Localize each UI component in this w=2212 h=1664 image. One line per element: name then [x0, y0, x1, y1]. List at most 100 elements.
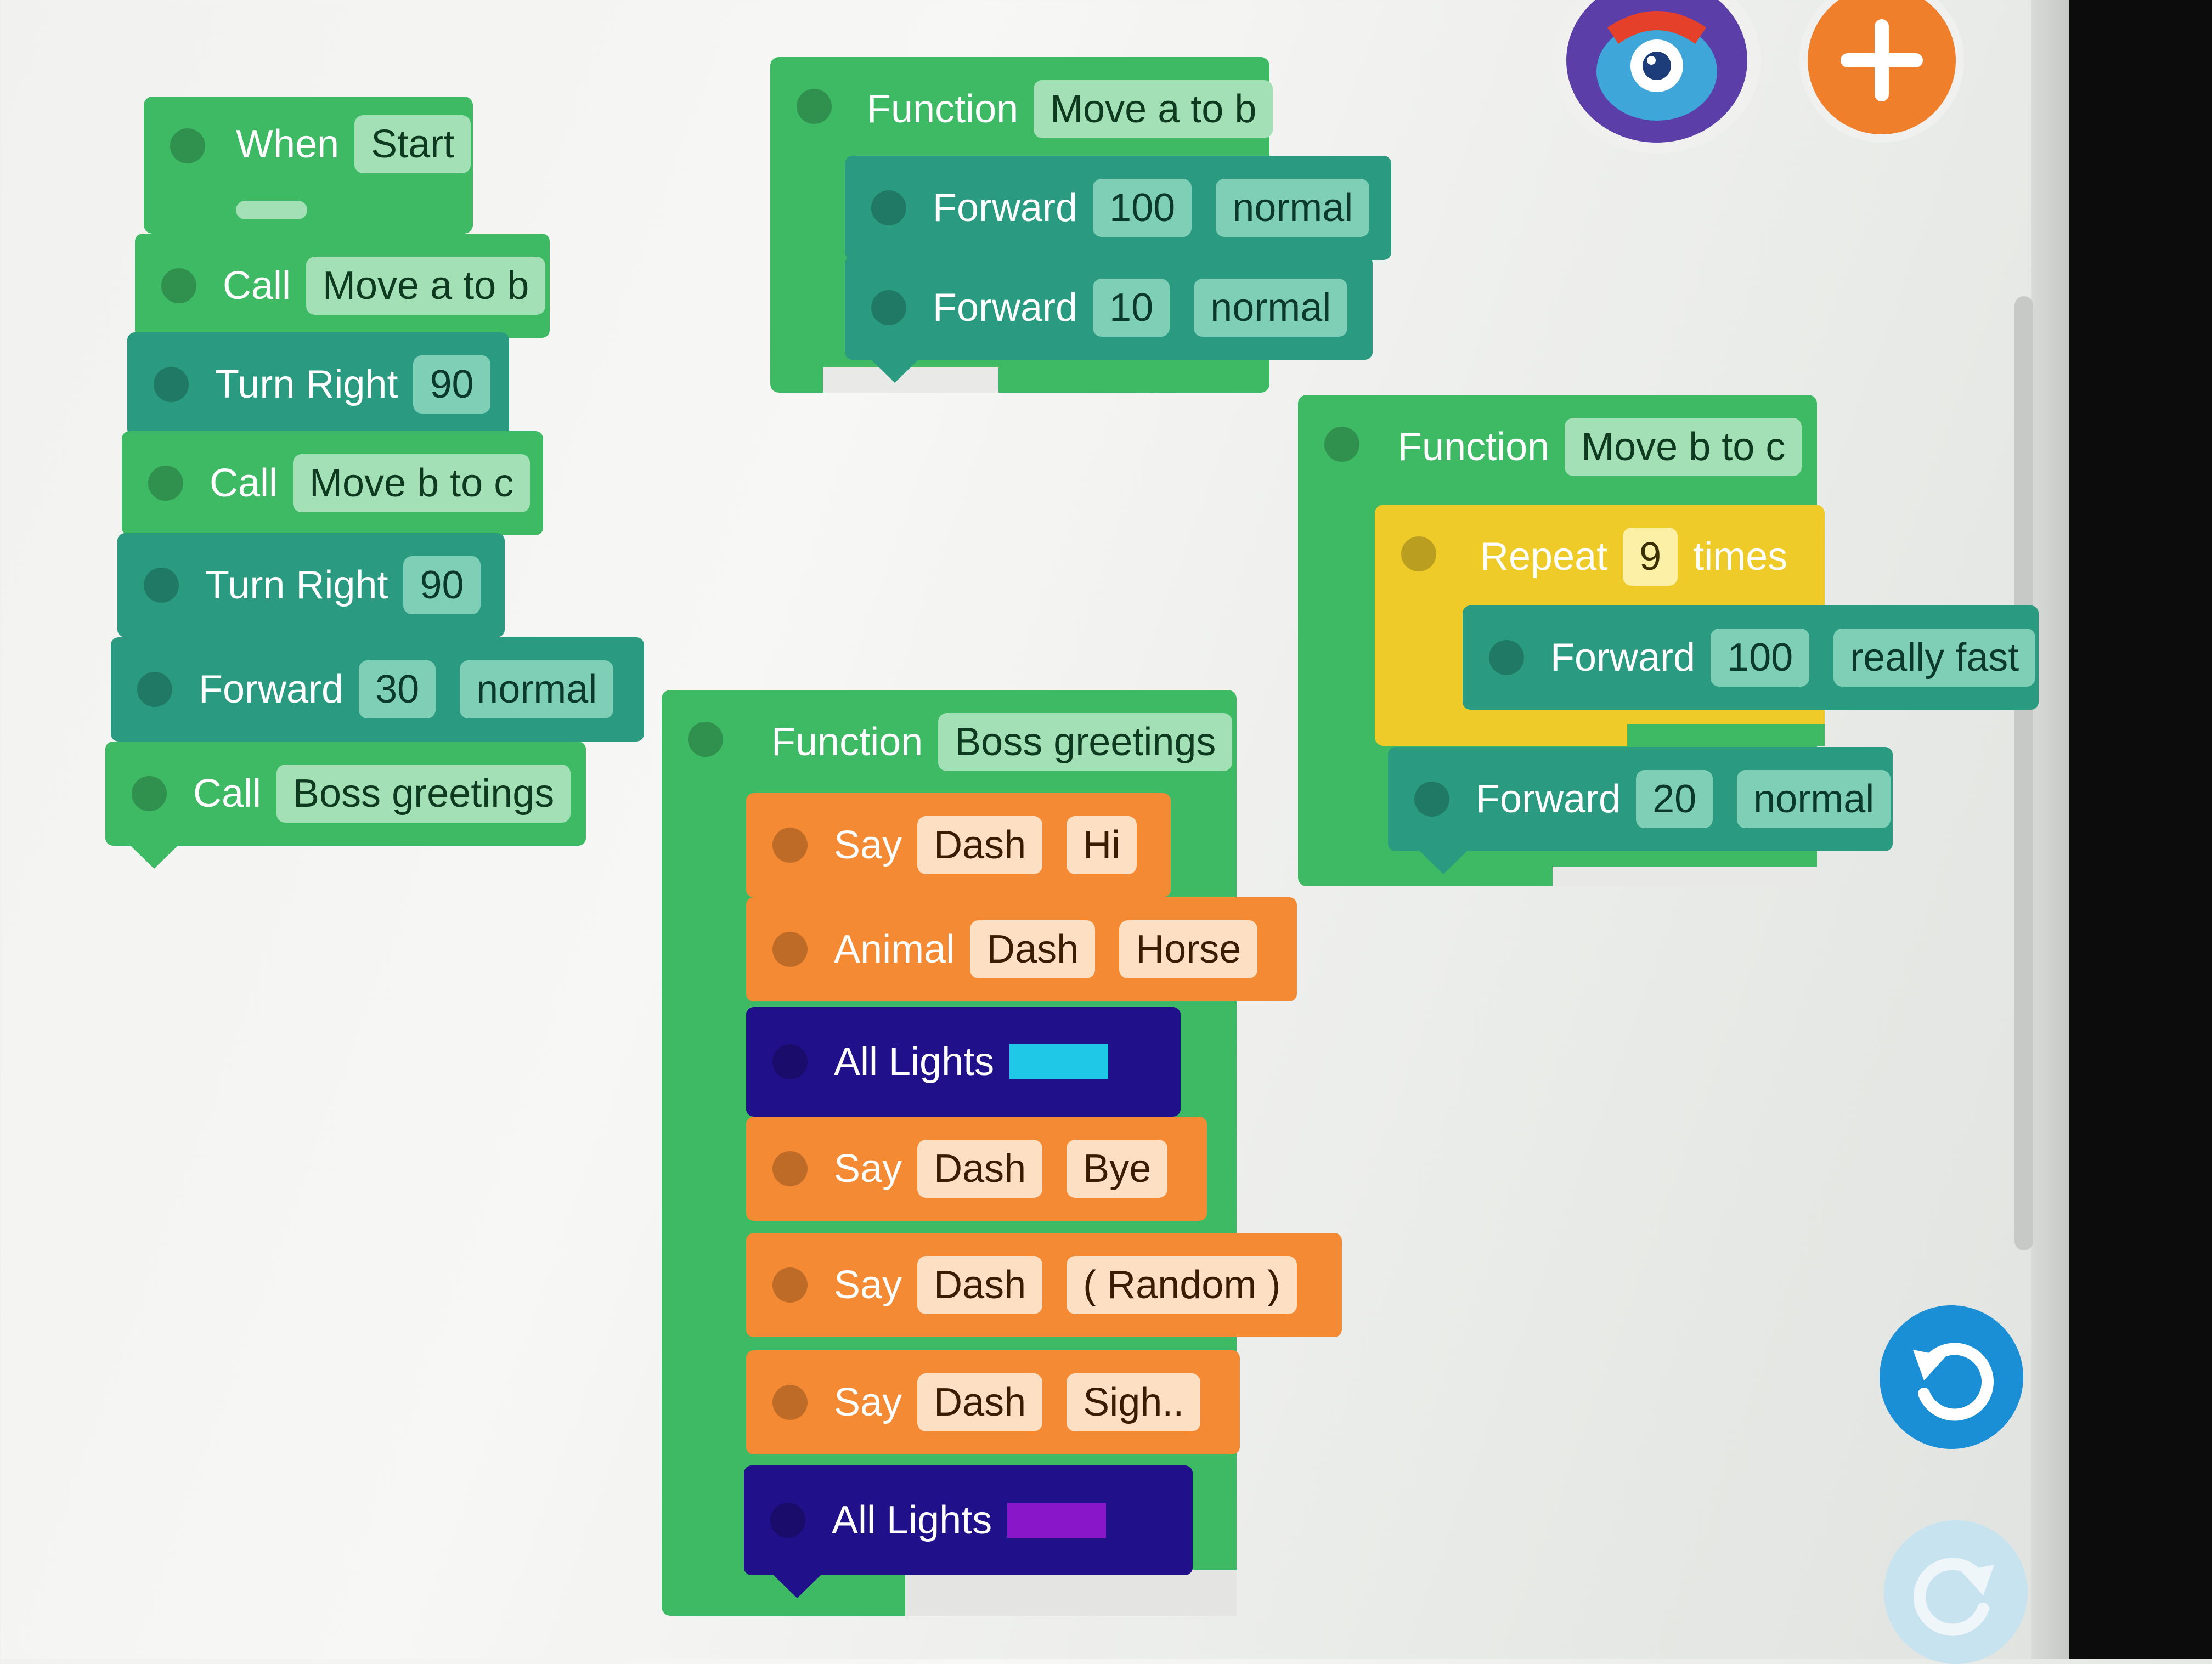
- call-boss-greetings-block[interactable]: Call Boss greetings: [105, 742, 586, 846]
- distance-param[interactable]: 20: [1636, 770, 1713, 828]
- block-keyword: Animal: [834, 927, 955, 971]
- event-value[interactable]: Start: [354, 115, 471, 173]
- block-grip: [871, 190, 906, 225]
- animal-sound-param[interactable]: Horse: [1119, 920, 1258, 978]
- sound-param[interactable]: Hi: [1066, 816, 1137, 874]
- forward-block[interactable]: Forward 20 normal: [1388, 747, 1893, 851]
- block-grip: [772, 1267, 808, 1303]
- block-grip: [1324, 427, 1359, 462]
- tablet-bezel: [2069, 0, 2212, 1659]
- function-name-param[interactable]: Move b to c: [293, 454, 531, 512]
- call-move-a-to-b-block[interactable]: Call Move a to b: [135, 234, 550, 338]
- block-grip: [144, 568, 179, 603]
- event-slot: [236, 201, 307, 219]
- call-move-b-to-c-block[interactable]: Call Move b to c: [122, 431, 543, 535]
- say-block[interactable]: Say Dash ( Random ): [746, 1233, 1342, 1337]
- block-grip: [170, 128, 205, 163]
- block-keyword: Say: [834, 1147, 902, 1191]
- say-block[interactable]: Say Dash Hi: [746, 793, 1171, 897]
- when-start-block[interactable]: When Start: [144, 97, 473, 234]
- repeat-count-param[interactable]: 9: [1623, 528, 1678, 586]
- speed-param[interactable]: normal: [1737, 770, 1891, 828]
- block-grip: [1401, 536, 1436, 571]
- sound-param[interactable]: Sigh..: [1066, 1373, 1201, 1431]
- block-keyword: All Lights: [834, 1040, 995, 1084]
- function-name-param[interactable]: Move a to b: [306, 257, 546, 315]
- turn-right-block[interactable]: Turn Right 90: [127, 332, 509, 437]
- light-color-swatch[interactable]: [1007, 1503, 1107, 1538]
- robot-param[interactable]: Dash: [917, 1373, 1043, 1431]
- speed-param[interactable]: really fast: [1833, 629, 2036, 687]
- degrees-param[interactable]: 90: [403, 556, 481, 614]
- distance-param[interactable]: 10: [1093, 279, 1170, 337]
- block-keyword: Call: [193, 772, 262, 816]
- all-lights-block[interactable]: All Lights: [744, 1465, 1193, 1575]
- block-grip: [688, 722, 723, 757]
- robot-param[interactable]: Dash: [917, 816, 1043, 874]
- forward-block[interactable]: Forward 100 really fast: [1463, 605, 2039, 710]
- distance-param[interactable]: 100: [1093, 179, 1192, 237]
- block-keyword: Forward: [1550, 636, 1696, 680]
- block-grip: [772, 1151, 808, 1186]
- say-block[interactable]: Say Dash Sigh..: [746, 1350, 1240, 1454]
- block-keyword: Forward: [199, 667, 344, 711]
- robot-param[interactable]: Dash: [917, 1256, 1043, 1314]
- block-keyword: Say: [834, 1263, 902, 1307]
- undo-button[interactable]: [1880, 1305, 2023, 1449]
- block-keyword: Say: [834, 823, 902, 867]
- function-label: Function: [867, 87, 1019, 131]
- sound-param[interactable]: ( Random ): [1066, 1256, 1297, 1314]
- distance-param[interactable]: 100: [1711, 629, 1810, 687]
- block-grip: [770, 1503, 805, 1538]
- block-keyword: Turn Right: [205, 563, 388, 607]
- speed-param[interactable]: normal: [460, 660, 614, 718]
- function-name-param[interactable]: Boss greetings: [276, 765, 571, 823]
- animal-block[interactable]: Animal Dash Horse: [746, 897, 1297, 1001]
- block-keyword: Say: [834, 1380, 902, 1424]
- block-grip: [1414, 782, 1449, 817]
- redo-icon: [1913, 1558, 1994, 1636]
- block-keyword: All Lights: [832, 1498, 992, 1542]
- block-connector: [129, 845, 179, 869]
- block-keyword: Call: [210, 461, 278, 505]
- robot-param[interactable]: Dash: [917, 1140, 1043, 1198]
- block-grip: [154, 367, 189, 402]
- say-block[interactable]: Say Dash Bye: [746, 1117, 1207, 1221]
- repeat-suffix: times: [1693, 535, 1788, 579]
- block-grip: [871, 290, 906, 325]
- function-name[interactable]: Move b to c: [1565, 418, 1802, 476]
- speed-param[interactable]: normal: [1216, 179, 1370, 237]
- block-grip: [772, 932, 808, 967]
- sound-param[interactable]: Bye: [1066, 1140, 1168, 1198]
- all-lights-block[interactable]: All Lights: [746, 1007, 1181, 1117]
- block-grip: [1489, 640, 1524, 675]
- robot-param[interactable]: Dash: [970, 920, 1096, 978]
- block-grip: [772, 1044, 808, 1079]
- function-name[interactable]: Move a to b: [1034, 80, 1273, 138]
- canvas-scrollbar[interactable]: [2015, 296, 2033, 1250]
- distance-param[interactable]: 30: [359, 660, 436, 718]
- turn-right-block[interactable]: Turn Right 90: [117, 533, 505, 637]
- light-color-swatch[interactable]: [1009, 1044, 1109, 1079]
- avatar-button[interactable]: [1553, 0, 1761, 154]
- block-grip: [161, 268, 196, 303]
- redo-button[interactable]: [1884, 1520, 2028, 1664]
- block-grip: [132, 776, 167, 811]
- function-label: Function: [1398, 425, 1550, 469]
- when-label: When: [236, 122, 340, 166]
- block-keyword: Call: [223, 264, 291, 308]
- block-grip: [797, 89, 832, 124]
- forward-block[interactable]: Forward 10 normal: [845, 256, 1373, 360]
- function-footer-gap: [1553, 867, 1817, 886]
- forward-block[interactable]: Forward 30 normal: [111, 637, 644, 742]
- monster-avatar-icon: [1566, 0, 1747, 143]
- function-name[interactable]: Boss greetings: [938, 713, 1233, 771]
- forward-block[interactable]: Forward 100 normal: [845, 156, 1391, 260]
- block-keyword: Forward: [933, 286, 1078, 330]
- degrees-param[interactable]: 90: [413, 355, 490, 414]
- block-grip: [148, 466, 183, 501]
- function-footer-gap: [905, 1570, 1237, 1616]
- speed-param[interactable]: normal: [1194, 279, 1348, 337]
- block-grip: [772, 1385, 808, 1420]
- add-button[interactable]: [1799, 0, 1964, 143]
